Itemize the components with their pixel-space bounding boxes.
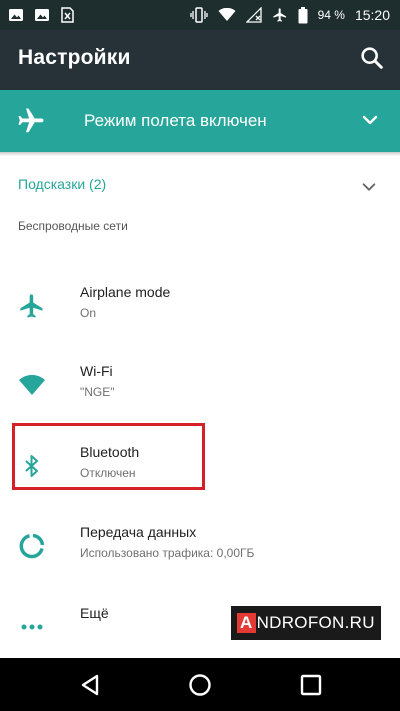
settings-item-airplane-mode[interactable]: Airplane mode On (0, 276, 400, 336)
item-subtitle: On (80, 306, 97, 320)
no-signal-icon (245, 7, 262, 23)
airplane-icon (18, 292, 46, 320)
app-bar: Настройки (0, 30, 400, 90)
page-title: Настройки (18, 46, 131, 69)
wifi-icon (18, 371, 46, 399)
watermark-text: NDROFON.RU (256, 613, 375, 632)
item-title: Airplane mode (80, 284, 171, 300)
item-title: Передача данных (80, 524, 197, 540)
item-title: Ещё (80, 605, 109, 621)
settings-item-wifi[interactable]: Wi-Fi "NGE" (0, 355, 400, 415)
airplane-icon (16, 106, 46, 141)
chevron-down-icon[interactable] (360, 110, 380, 135)
wifi-icon (218, 8, 236, 22)
battery-percent: 94 % (317, 8, 345, 22)
image-icon (8, 7, 24, 23)
status-bar: 94 % 15:20 (0, 0, 400, 30)
section-title: Беспроводные сети (18, 219, 128, 233)
watermark-letter: A (237, 613, 256, 633)
sim-card-icon (60, 7, 74, 23)
watermark: A NDROFON.RU (231, 606, 381, 640)
item-title: Wi-Fi (80, 363, 113, 379)
more-icon (18, 613, 46, 641)
airplane-mode-banner[interactable]: Режим полета включен (0, 90, 400, 152)
search-icon (358, 47, 386, 76)
battery-icon (298, 6, 308, 24)
highlight-box (12, 423, 205, 490)
recents-icon[interactable] (297, 671, 325, 699)
banner-text: Режим полета включен (84, 111, 267, 130)
back-icon[interactable] (76, 671, 104, 699)
nav-bar (0, 658, 400, 711)
item-subtitle: "NGE" (80, 385, 115, 399)
data-usage-icon (18, 532, 46, 560)
vibrate-icon (189, 7, 208, 23)
home-icon[interactable] (186, 671, 214, 699)
hints-toggle[interactable]: Подсказки (2) (18, 176, 106, 192)
image-icon (34, 7, 50, 23)
chevron-down-icon[interactable] (360, 178, 378, 201)
settings-item-data-usage[interactable]: Передача данных Использовано трафика: 0,… (0, 516, 400, 576)
search-button[interactable] (358, 44, 386, 72)
banner-shadow (0, 152, 400, 156)
airplane-icon (272, 7, 288, 23)
item-subtitle: Использовано трафика: 0,00ГБ (80, 546, 255, 560)
status-time: 15:20 (354, 7, 390, 23)
